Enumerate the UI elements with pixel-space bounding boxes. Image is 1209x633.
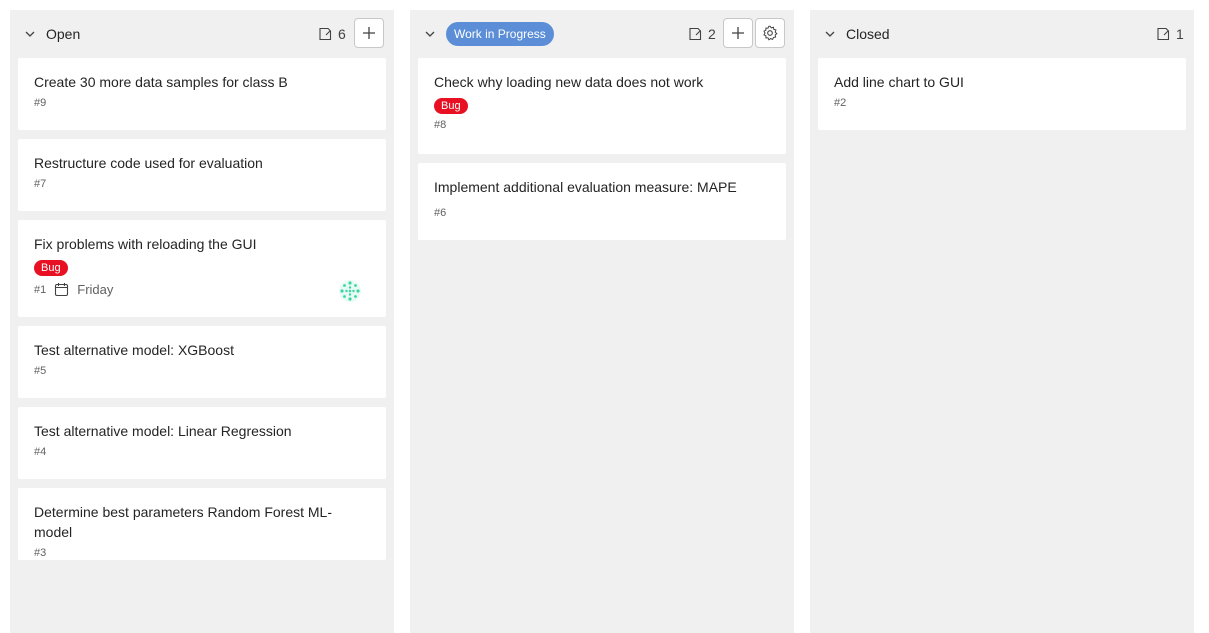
column-header: Work in Progress 2 <box>410 10 794 58</box>
chevron-down-icon[interactable] <box>824 28 836 40</box>
calendar-icon <box>55 283 69 297</box>
task-card[interactable]: Test alternative model: Linear Regressio… <box>18 407 386 479</box>
card-meta: #1 Friday <box>34 282 370 297</box>
task-card[interactable]: Create 30 more data samples for class B … <box>18 58 386 130</box>
due-date-label: Friday <box>77 282 114 297</box>
card-count: 6 <box>318 26 346 42</box>
task-card[interactable]: Determine best parameters Random Forest … <box>18 488 386 560</box>
card-number: #5 <box>34 365 47 377</box>
card-number: #4 <box>34 446 47 458</box>
card-number: #9 <box>34 97 47 109</box>
column-header: Open 6 <box>10 10 394 58</box>
card-number: #1 <box>34 283 47 296</box>
card-number: #2 <box>834 97 847 109</box>
task-card[interactable]: Check why loading new data does not work… <box>418 58 786 154</box>
due-date: Friday <box>54 282 113 297</box>
column-open: Open 6 Create 30 more data samples for c… <box>10 10 394 633</box>
card-title: Fix problems with reloading the GUI <box>34 236 257 252</box>
column-settings-button[interactable] <box>755 18 785 48</box>
add-card-button[interactable] <box>354 18 384 48</box>
gear-icon <box>763 25 778 41</box>
card-number: #3 <box>34 547 47 559</box>
bug-tag: Bug <box>34 260 68 276</box>
card-count: 1 <box>1156 26 1184 42</box>
task-card[interactable]: Add line chart to GUI #2 <box>818 58 1186 130</box>
card-title: Determine best parameters Random Forest … <box>34 504 332 540</box>
card-number: #6 <box>434 207 447 219</box>
card-count-icon <box>689 27 702 41</box>
task-card[interactable]: Fix problems with reloading the GUI Bug … <box>18 220 386 317</box>
card-title: Restructure code used for evaluation <box>34 155 263 171</box>
card-title: Implement additional evaluation measure:… <box>434 179 737 195</box>
chevron-down-icon[interactable] <box>24 28 36 40</box>
card-count-value: 1 <box>1176 26 1184 42</box>
card-number: #7 <box>34 178 47 190</box>
card-count: 2 <box>688 26 716 42</box>
avatar[interactable] <box>338 279 362 303</box>
column-closed: Closed 1 Add line chart to GUI #2 <box>810 10 1194 633</box>
card-title: Test alternative model: XGBoost <box>34 342 234 358</box>
chevron-down-icon[interactable] <box>424 28 436 40</box>
card-count-value: 6 <box>338 26 346 42</box>
column-work-in-progress: Work in Progress 2 Check why loading new… <box>410 10 794 633</box>
card-count-icon <box>319 27 332 41</box>
bug-tag: Bug <box>434 98 468 114</box>
column-title: Work in Progress <box>446 22 554 46</box>
card-title: Add line chart to GUI <box>834 74 964 90</box>
task-card[interactable]: Restructure code used for evaluation #7 <box>18 139 386 211</box>
column-title: Open <box>46 26 81 42</box>
task-card[interactable]: Test alternative model: XGBoost #5 <box>18 326 386 398</box>
add-card-button[interactable] <box>723 18 753 48</box>
column-header: Closed 1 <box>810 10 1194 58</box>
card-number: #8 <box>434 119 447 131</box>
card-count-value: 2 <box>708 26 716 42</box>
column-title: Closed <box>846 26 890 42</box>
task-card[interactable]: Implement additional evaluation measure:… <box>418 163 786 240</box>
card-title: Check why loading new data does not work <box>434 74 704 90</box>
card-title: Create 30 more data samples for class B <box>34 74 288 90</box>
plus-icon <box>363 27 375 39</box>
card-count-icon <box>1157 27 1170 41</box>
plus-icon <box>732 27 744 39</box>
card-title: Test alternative model: Linear Regressio… <box>34 423 292 439</box>
